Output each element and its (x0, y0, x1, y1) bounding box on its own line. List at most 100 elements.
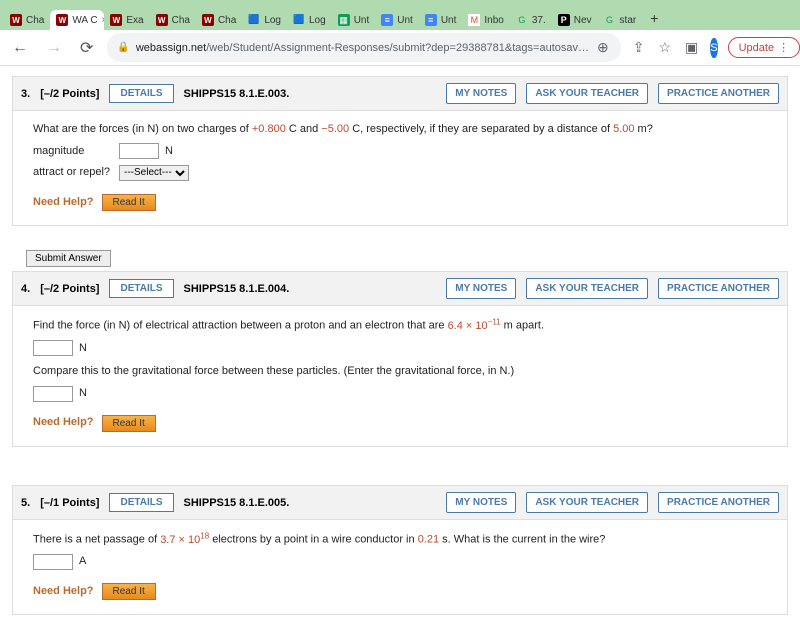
favicon-webassign-icon: W (110, 14, 122, 26)
tab-label: Cha (218, 15, 236, 26)
tab-5[interactable]: 🟦 Log (242, 10, 287, 30)
need-help-label: Need Help? (33, 194, 94, 212)
question-card-3: 3. [–/2 Points] DETAILS SHIPPS15 8.1.E.0… (12, 76, 788, 226)
question-card-5: 5. [–/1 Points] DETAILS SHIPPS15 8.1.E.0… (12, 485, 788, 615)
question-reference: SHIPPS15 8.1.E.005. (184, 497, 290, 509)
need-help-label: Need Help? (33, 414, 94, 432)
unit-n: N (79, 385, 87, 403)
tab-2[interactable]: WExa (104, 10, 149, 30)
favicon-loggerpro-icon: 🟦 (248, 14, 260, 26)
my-notes-button[interactable]: MY NOTES (446, 278, 516, 299)
reload-button[interactable]: ⟳ (76, 36, 97, 60)
tab-label: WA C (72, 15, 97, 26)
tab-label: Log (264, 15, 281, 26)
magnitude-input[interactable] (119, 143, 159, 159)
search-icon[interactable]: ⊕ (595, 37, 611, 58)
tab-label: star (620, 15, 637, 26)
my-notes-button[interactable]: MY NOTES (446, 492, 516, 513)
browser-tab-strip: WCha WWA C× WExa WCha WCha 🟦Log 🟦Log ▦Un… (0, 0, 800, 30)
tab-label: Unt (397, 15, 413, 26)
ask-teacher-button[interactable]: ASK YOUR TEACHER (526, 492, 648, 513)
lock-icon: 🔒 (117, 42, 129, 53)
question-number: 5. (21, 497, 30, 509)
value-electrons: 3.7 × 1018 (160, 534, 209, 546)
question-body: Find the force (in N) of electrical attr… (13, 306, 787, 446)
tab-4[interactable]: W Cha (196, 10, 242, 30)
profile-avatar[interactable]: S (710, 38, 717, 58)
question-points: [–/2 Points] (40, 88, 99, 100)
favicon-gmail-icon: M (468, 14, 480, 26)
question-points: [–/2 Points] (40, 283, 99, 295)
address-bar[interactable]: 🔒 webassign.net/web/Student/Assignment-R… (107, 33, 620, 62)
value-time: 0.21 (418, 534, 439, 546)
page-content: 3. [–/2 Points] DETAILS SHIPPS15 8.1.E.0… (0, 66, 800, 615)
new-tab-button[interactable]: + (642, 6, 666, 30)
tab-8[interactable]: ≡ Unt (375, 10, 419, 30)
value-distance: 5.00 (613, 123, 634, 135)
tab-11[interactable]: G37. (510, 10, 552, 30)
tab-9[interactable]: ≡ Unt (419, 10, 463, 30)
question-prompt-line1: Find the force (in N) of electrical attr… (33, 316, 767, 335)
unit-a: A (79, 553, 86, 571)
unit-n: N (165, 143, 173, 161)
extensions-icon[interactable]: ▣ (683, 37, 700, 58)
update-button[interactable]: Update⋮ (728, 37, 800, 58)
details-button[interactable]: DETAILS (109, 493, 173, 512)
share-icon[interactable]: ⇪ (631, 37, 647, 58)
favicon-webassign-icon: W (202, 14, 214, 26)
tab-7[interactable]: ▦Unt (332, 10, 376, 30)
tab-label: Log (309, 15, 326, 26)
question-header: 4. [–/2 Points] DETAILS SHIPPS15 8.1.E.0… (13, 272, 787, 306)
favicon-webassign-icon: W (56, 14, 68, 26)
read-it-button[interactable]: Read It (102, 415, 156, 432)
practice-another-button[interactable]: PRACTICE ANOTHER (658, 492, 779, 513)
question-reference: SHIPPS15 8.1.E.003. (184, 88, 290, 100)
question-card-4: 4. [–/2 Points] DETAILS SHIPPS15 8.1.E.0… (12, 271, 788, 447)
favicon-docs-icon: ≡ (381, 14, 393, 26)
read-it-button[interactable]: Read It (102, 194, 156, 211)
url-text: webassign.net/web/Student/Assignment-Res… (136, 42, 589, 54)
tab-0[interactable]: WCha (4, 10, 50, 30)
tab-13[interactable]: Gstar (598, 10, 643, 30)
tab-label: Cha (172, 15, 190, 26)
question-prompt: What are the forces (in N) on two charge… (33, 121, 767, 139)
value-charge2: −5.00 (321, 123, 349, 135)
tab-3[interactable]: WCha (150, 10, 196, 30)
back-button[interactable]: ← (8, 37, 32, 59)
question-header: 5. [–/1 Points] DETAILS SHIPPS15 8.1.E.0… (13, 486, 787, 520)
tab-label: Cha (26, 15, 44, 26)
submit-answer-button[interactable]: Submit Answer (26, 250, 111, 267)
tab-label: Inbo (484, 15, 503, 26)
details-button[interactable]: DETAILS (109, 84, 173, 103)
forward-button[interactable]: → (42, 37, 66, 59)
current-input[interactable] (33, 554, 73, 570)
attract-repel-select[interactable]: ---Select--- (119, 165, 189, 181)
magnitude-label: magnitude (33, 143, 113, 161)
tab-10[interactable]: M Inbo (462, 10, 509, 30)
tab-label: 37. (532, 15, 546, 26)
practice-another-button[interactable]: PRACTICE ANOTHER (658, 83, 779, 104)
my-notes-button[interactable]: MY NOTES (446, 83, 516, 104)
bookmark-icon[interactable]: ☆ (656, 37, 673, 58)
electric-force-input[interactable] (33, 340, 73, 356)
avatar-letter: S (710, 42, 717, 54)
favicon-loggerpro-icon: 🟦 (293, 14, 305, 26)
ask-teacher-button[interactable]: ASK YOUR TEACHER (526, 83, 648, 104)
question-number: 3. (21, 88, 30, 100)
tab-1-active[interactable]: WWA C× (50, 10, 104, 30)
read-it-button[interactable]: Read It (102, 583, 156, 600)
tab-6[interactable]: 🟦 Log (287, 10, 332, 30)
details-button[interactable]: DETAILS (109, 279, 173, 298)
practice-another-button[interactable]: PRACTICE ANOTHER (658, 278, 779, 299)
question-number: 4. (21, 283, 30, 295)
gravitational-force-input[interactable] (33, 386, 73, 402)
tab-12[interactable]: PNev (552, 10, 598, 30)
ask-teacher-button[interactable]: ASK YOUR TEACHER (526, 278, 648, 299)
question-points: [–/1 Points] (40, 497, 99, 509)
attract-repel-label: attract or repel? (33, 164, 113, 182)
tab-label: Unt (441, 15, 457, 26)
value-distance: 6.4 × 10−11 (448, 320, 501, 332)
need-help-row: Need Help? Read It (33, 414, 767, 432)
favicon-docs-icon: ≡ (425, 14, 437, 26)
favicon-news-icon: P (558, 14, 570, 26)
